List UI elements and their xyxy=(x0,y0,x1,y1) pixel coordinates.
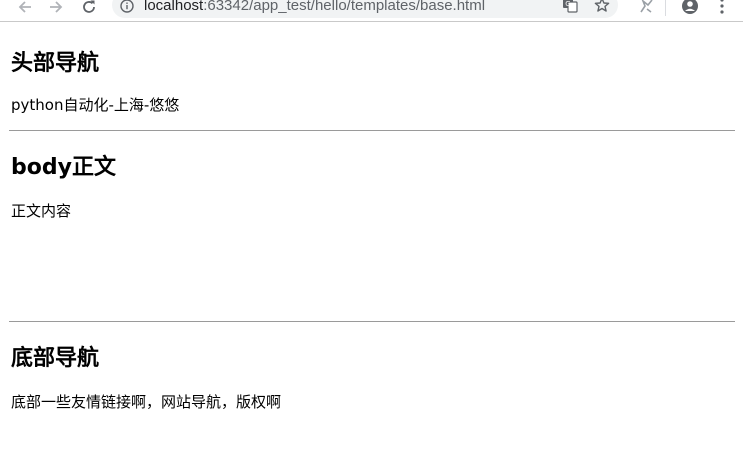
footer-section: 底部导航 底部一些友情链接啊，网站导航，版权啊 xyxy=(11,322,737,411)
url-host: localhost xyxy=(144,0,204,14)
toolbar-separator xyxy=(665,0,666,16)
browser-toolbar: localhost:63342/app_test/hello/templates… xyxy=(0,0,743,22)
body-section: body正文 正文内容 xyxy=(11,131,737,220)
star-icon[interactable] xyxy=(594,0,610,13)
url-text[interactable]: localhost:63342/app_test/hello/templates… xyxy=(144,0,485,15)
svg-text:G: G xyxy=(565,0,570,8)
body-text: 正文内容 xyxy=(11,202,72,220)
info-icon[interactable] xyxy=(120,0,134,13)
extension-icon[interactable] xyxy=(637,0,655,15)
reload-button[interactable] xyxy=(80,0,98,16)
header-text: python自动化-上海-悠悠 xyxy=(11,96,180,114)
arrow-left-icon xyxy=(18,1,31,13)
vertical-dots-icon[interactable] xyxy=(715,0,729,15)
arrow-right-icon xyxy=(50,1,63,13)
footer-text: 底部一些友情链接啊，网站导航，版权啊 xyxy=(11,393,282,411)
account-icon[interactable] xyxy=(681,0,699,15)
header-section: 头部导航 python自动化-上海-悠悠 xyxy=(11,22,737,114)
back-button[interactable] xyxy=(16,0,34,16)
forward-button[interactable] xyxy=(47,0,65,16)
footer-title: 底部导航 xyxy=(11,346,100,371)
body-title: body正文 xyxy=(11,155,116,180)
address-bar[interactable]: localhost:63342/app_test/hello/templates… xyxy=(112,0,618,18)
reload-icon xyxy=(83,0,95,13)
header-title: 头部导航 xyxy=(11,51,100,76)
page-content: 头部导航 python自动化-上海-悠悠 body正文 正文内容 底部导航 底部… xyxy=(0,22,743,411)
translate-icon[interactable]: G xyxy=(562,0,578,13)
url-path: :63342/app_test/hello/templates/base.htm… xyxy=(203,0,486,14)
